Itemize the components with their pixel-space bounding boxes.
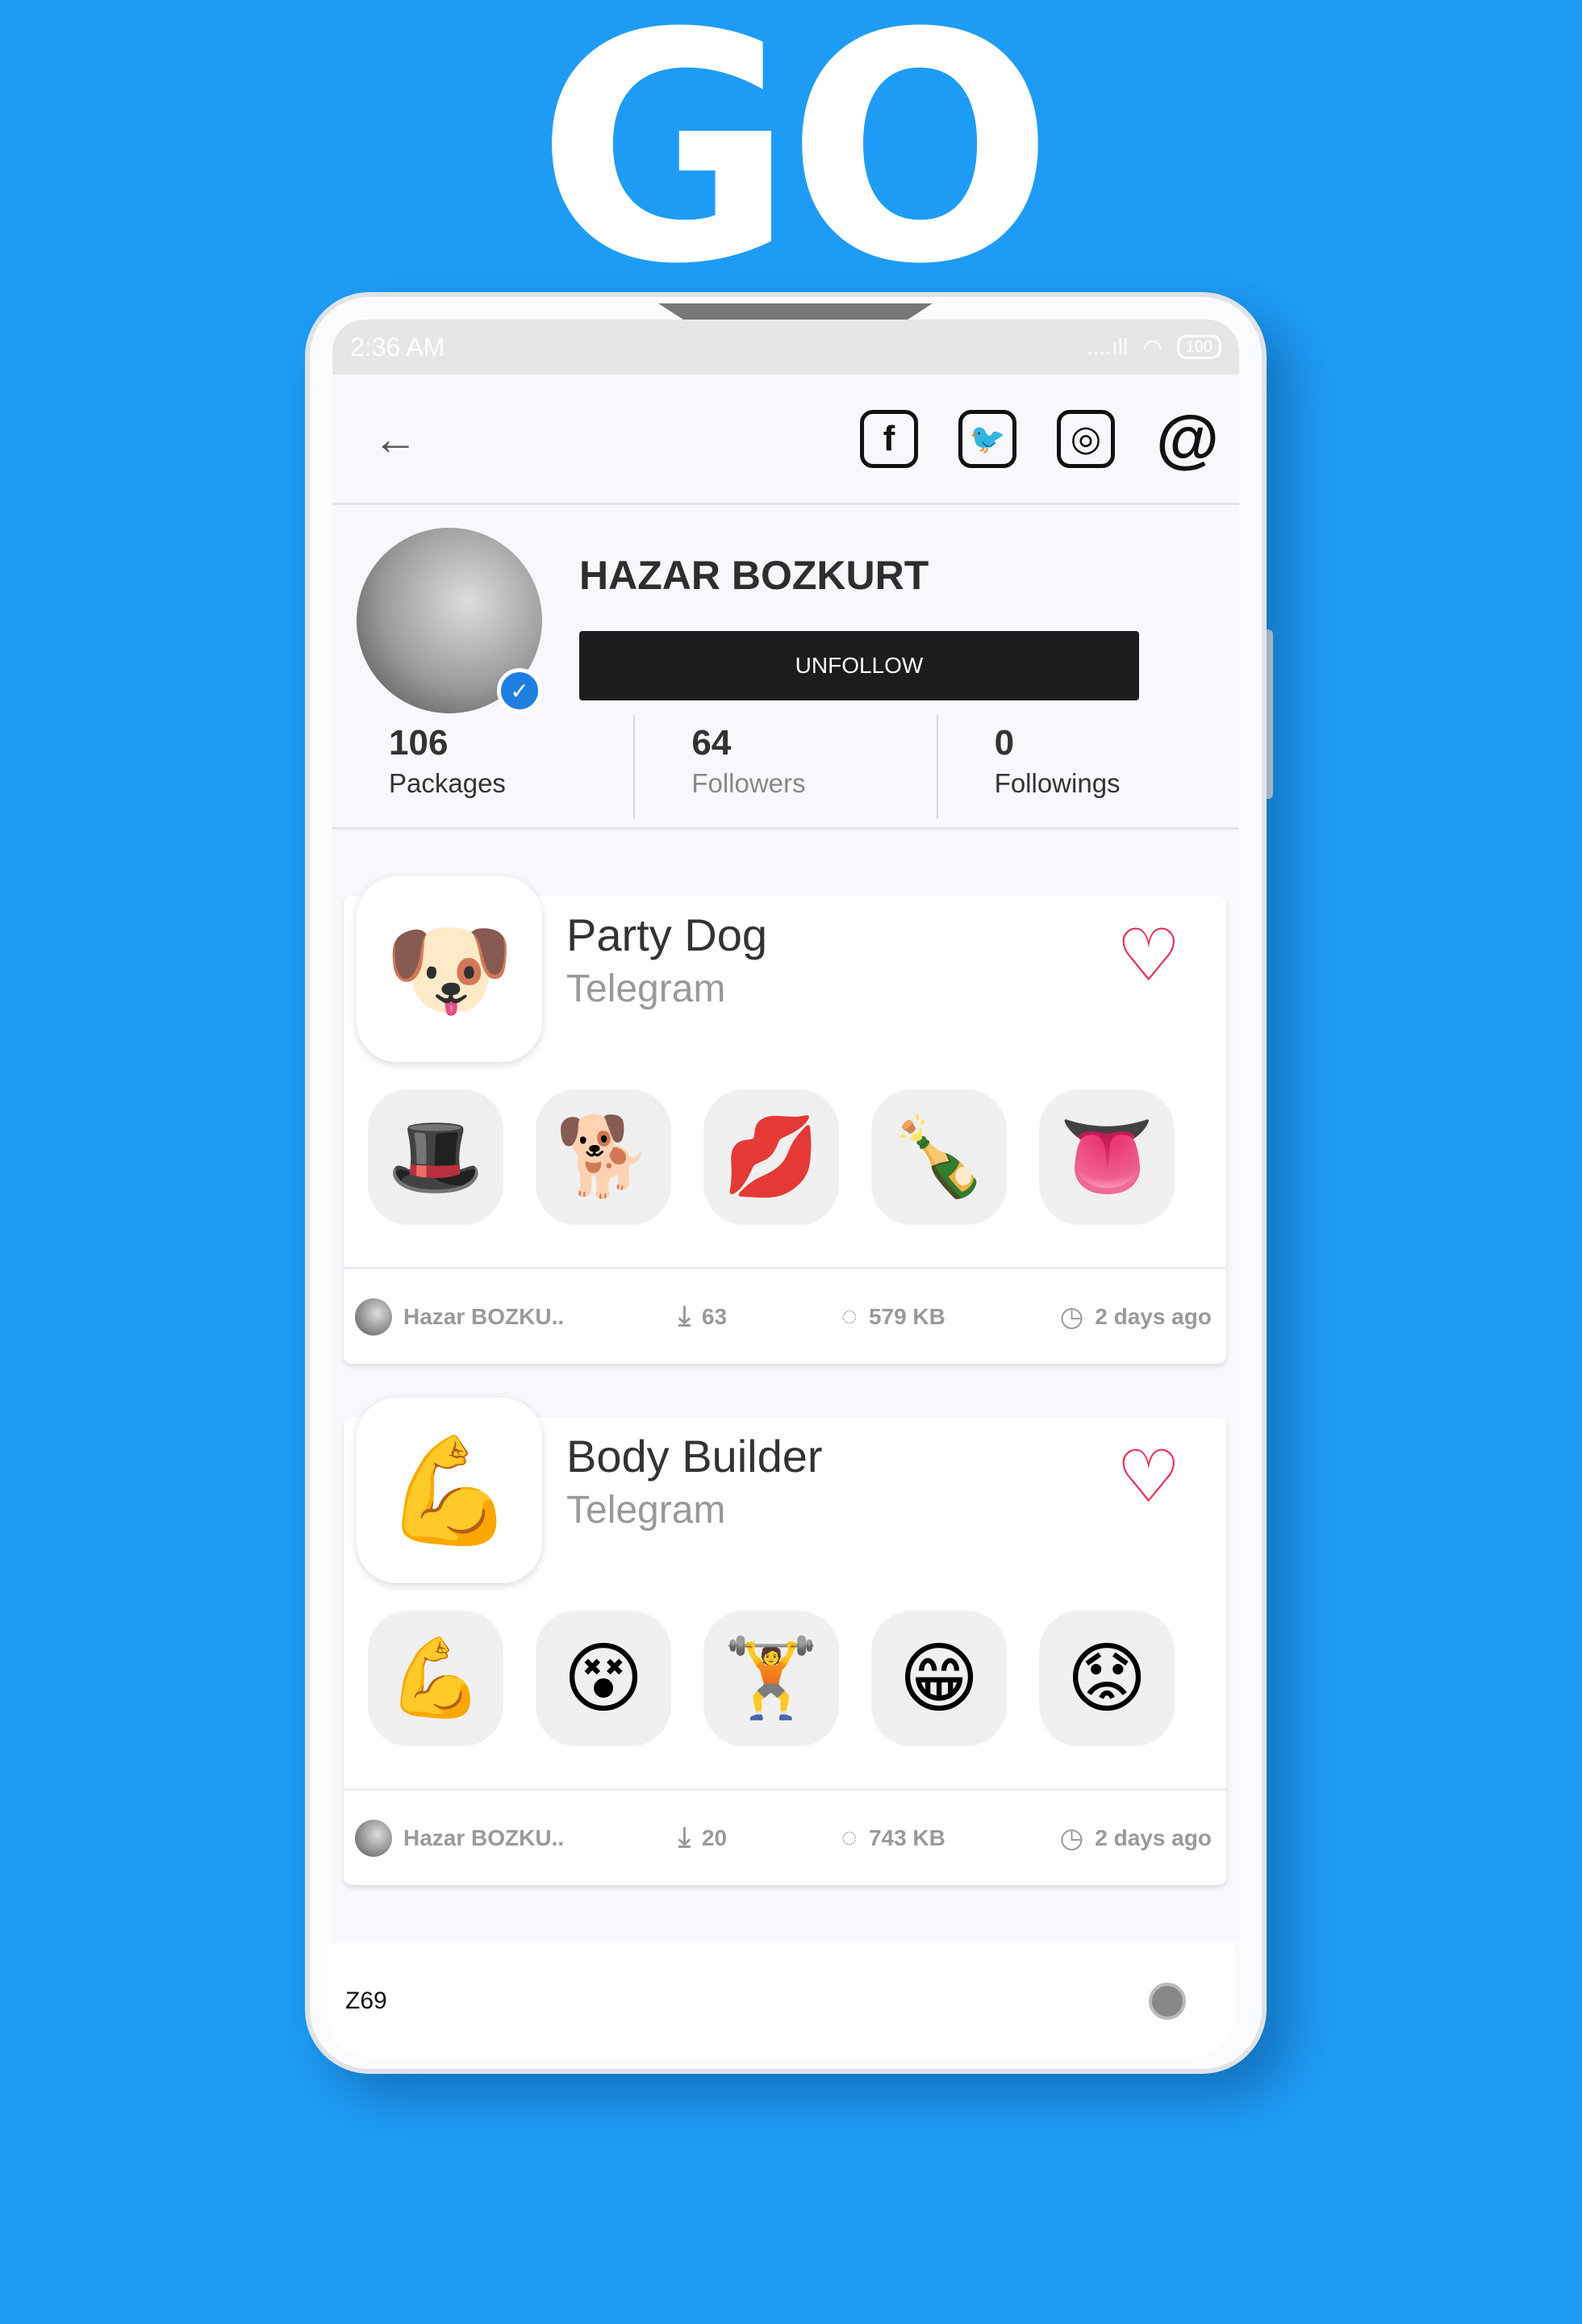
app-screen: 2:36 AM ....ıll ◠ 100 ← f 🐦 ◎ @ ✓ HAZAR … [332, 320, 1239, 1942]
instagram-icon[interactable]: ◎ [1057, 409, 1115, 468]
heart-icon[interactable]: ♡ [1116, 1441, 1181, 1514]
size-icon: ◌ [841, 1301, 858, 1331]
author-name[interactable]: Hazar BOZKU.. [403, 1304, 564, 1330]
stat-packages[interactable]: 106 Packages [332, 715, 636, 819]
nav-label: Z69 [345, 1988, 387, 2014]
sticker-preview[interactable]: 🐕 [536, 1089, 671, 1225]
sticker-preview[interactable]: 💪 [368, 1611, 503, 1746]
stat-label: Followings [994, 768, 1121, 798]
profile-name: HAZAR BOZKURT [579, 553, 929, 598]
updated-time: 2 days ago [1095, 1825, 1212, 1850]
heart-icon[interactable]: ♡ [1116, 920, 1181, 993]
email-icon[interactable]: @ [1155, 403, 1220, 474]
sticker-preview-row: 🎩 🐕 💋 🍾 👅 [368, 1089, 1175, 1225]
phone-nav-bar: Z69 [328, 1945, 1234, 2058]
clock-icon: ◷ [1059, 1822, 1084, 1854]
wifi-icon: ◠ [1142, 334, 1162, 360]
battery-icon: 100 [1176, 335, 1221, 359]
package-card[interactable]: 🐶 Party Dog Telegram ♡ 🎩 🐕 💋 🍾 👅 Hazar B… [344, 876, 1226, 1364]
verified-badge-icon: ✓ [497, 668, 542, 713]
status-time: 2:36 AM [350, 332, 445, 362]
sticker-preview[interactable]: 🍾 [871, 1089, 1007, 1225]
home-button[interactable] [1149, 1983, 1186, 2020]
phone-notch [658, 303, 933, 321]
package-size: 579 KB [868, 1303, 945, 1329]
download-icon: ⤓ [678, 1301, 691, 1331]
facebook-icon[interactable]: f [860, 409, 918, 468]
sticker-preview[interactable]: 🏋️ [703, 1611, 839, 1746]
unfollow-button[interactable]: UNFOLLOW [579, 631, 1139, 700]
author-name[interactable]: Hazar BOZKU.. [403, 1825, 564, 1851]
size-icon: ◌ [841, 1822, 858, 1853]
stat-value: 106 [389, 723, 449, 763]
clock-icon: ◷ [1059, 1301, 1084, 1332]
profile-section: ✓ HAZAR BOZKURT UNFOLLOW [332, 505, 1239, 715]
author-avatar [355, 1819, 392, 1857]
package-meta: Hazar BOZKU.. ⤓ 63 ◌ 579 KB ◷ 2 days ago [344, 1267, 1226, 1364]
avatar: ✓ [357, 528, 542, 713]
download-count: 63 [701, 1303, 728, 1329]
go-logo: GO [536, 0, 1054, 332]
signal-icon: ....ıll [1086, 334, 1129, 359]
twitter-icon[interactable]: 🐦 [958, 409, 1016, 468]
stat-followers[interactable]: 64 Followers [635, 715, 938, 819]
package-meta: Hazar BOZKU.. ⤓ 20 ◌ 743 KB ◷ 2 days ago [344, 1788, 1226, 1885]
package-thumbnail[interactable]: 💪 [357, 1398, 542, 1583]
download-icon: ⤓ [678, 1822, 691, 1853]
sticker-preview-row: 💪 😵 🏋️ 😁 😟 [368, 1611, 1175, 1746]
updated-time: 2 days ago [1095, 1303, 1212, 1329]
sticker-preview[interactable]: 🎩 [368, 1089, 503, 1225]
package-size: 743 KB [868, 1825, 945, 1850]
package-card[interactable]: 💪 Body Builder Telegram ♡ 💪 😵 🏋️ 😁 😟 Haz… [344, 1398, 1226, 1885]
stat-value: 64 [691, 723, 732, 763]
stat-label: Followers [691, 768, 806, 798]
sticker-preview[interactable]: 💋 [703, 1089, 839, 1225]
stat-label: Packages [389, 768, 506, 798]
sticker-preview[interactable]: 😟 [1039, 1611, 1175, 1746]
sticker-preview[interactable]: 😵 [536, 1611, 671, 1746]
sticker-preview[interactable]: 😁 [871, 1611, 1007, 1746]
sticker-preview[interactable]: 👅 [1039, 1089, 1175, 1225]
profile-stats: 106 Packages 64 Followers 0 Followings [332, 715, 1239, 830]
status-bar: 2:36 AM ....ıll ◠ 100 [332, 320, 1239, 374]
social-links: f 🐦 ◎ @ [860, 403, 1220, 474]
app-header: ← f 🐦 ◎ @ [332, 374, 1239, 505]
package-platform: Telegram [566, 1489, 726, 1532]
back-arrow-icon[interactable]: ← [373, 412, 418, 465]
stat-followings[interactable]: 0 Followings [938, 715, 1239, 819]
package-platform: Telegram [566, 968, 726, 1010]
download-count: 20 [701, 1825, 728, 1850]
stat-value: 0 [994, 723, 1015, 763]
author-avatar [355, 1298, 392, 1335]
package-thumbnail[interactable]: 🐶 [357, 876, 542, 1062]
package-title[interactable]: Party Dog [566, 909, 767, 961]
package-title[interactable]: Body Builder [566, 1430, 823, 1482]
